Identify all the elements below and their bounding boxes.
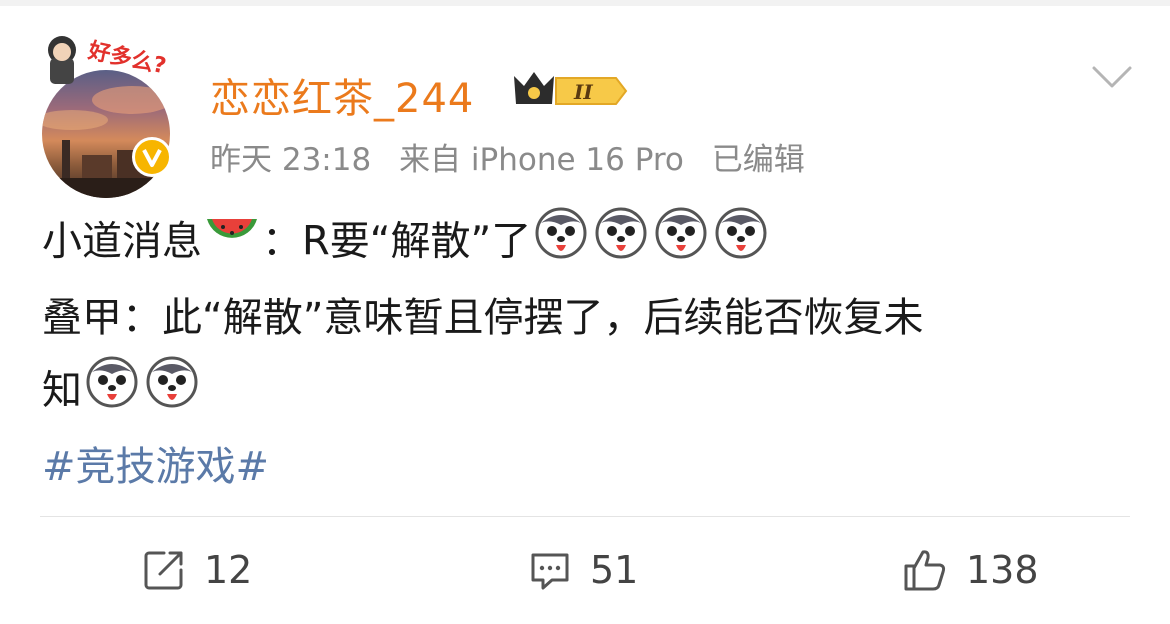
post-content: 小道消息 ：R要“解散”了 叠甲：此“解散”意味暂且停摆了，后续能否恢复未 知 #… xyxy=(42,205,1132,503)
post-source[interactable]: 来自 iPhone 16 Pro xyxy=(399,142,684,178)
husky-dog-emoji xyxy=(532,205,590,282)
comment-button[interactable]: 51 xyxy=(528,540,638,600)
svg-text:好多么?: 好多么? xyxy=(85,37,168,79)
hashtag-link[interactable]: #竞技游戏# xyxy=(42,431,1132,503)
comment-count: 51 xyxy=(590,548,639,592)
repost-icon xyxy=(144,551,183,590)
post-edited[interactable]: 已编辑 xyxy=(712,142,805,178)
husky-dog-emoji xyxy=(83,354,141,431)
repost-count: 12 xyxy=(204,548,253,592)
username[interactable]: 恋恋红茶_244 xyxy=(210,66,474,124)
like-button[interactable]: 138 xyxy=(902,540,1039,600)
watermelon-emoji xyxy=(203,208,261,280)
repost-button[interactable]: 12 xyxy=(142,540,252,600)
husky-dog-emoji xyxy=(592,205,650,282)
content-line-3: 知 xyxy=(42,354,1132,431)
verified-v-badge-icon xyxy=(132,137,172,177)
post-time: 昨天 23:18 xyxy=(210,142,372,178)
avatar-pendant-decoration: 好多么? xyxy=(48,36,168,84)
comment-icon xyxy=(531,553,569,590)
top-divider-bar xyxy=(0,0,1170,6)
content-text: 小道消息 xyxy=(42,218,202,265)
content-line-2: 叠甲：此“解散”意味暂且停摆了，后续能否恢复未 xyxy=(42,295,924,341)
post-meta: 昨天 23:18 来自 iPhone 16 Pro 已编辑 xyxy=(210,134,805,179)
content-text: ：R要“解散”了 xyxy=(262,218,532,265)
thumbs-up-icon xyxy=(904,550,946,591)
content-text: 知 xyxy=(42,367,82,414)
vip-level-text: II xyxy=(573,80,593,104)
content-line-1: 小道消息 ：R要“解散”了 xyxy=(42,205,1132,282)
content-divider xyxy=(40,516,1130,517)
avatar[interactable]: 好多么? xyxy=(40,28,190,198)
husky-dog-emoji xyxy=(712,205,770,282)
chevron-down-icon[interactable] xyxy=(1090,62,1134,96)
husky-dog-emoji xyxy=(652,205,710,282)
vip-badge[interactable]: II xyxy=(512,66,632,114)
like-count: 138 xyxy=(966,548,1039,592)
husky-dog-emoji xyxy=(143,354,201,431)
